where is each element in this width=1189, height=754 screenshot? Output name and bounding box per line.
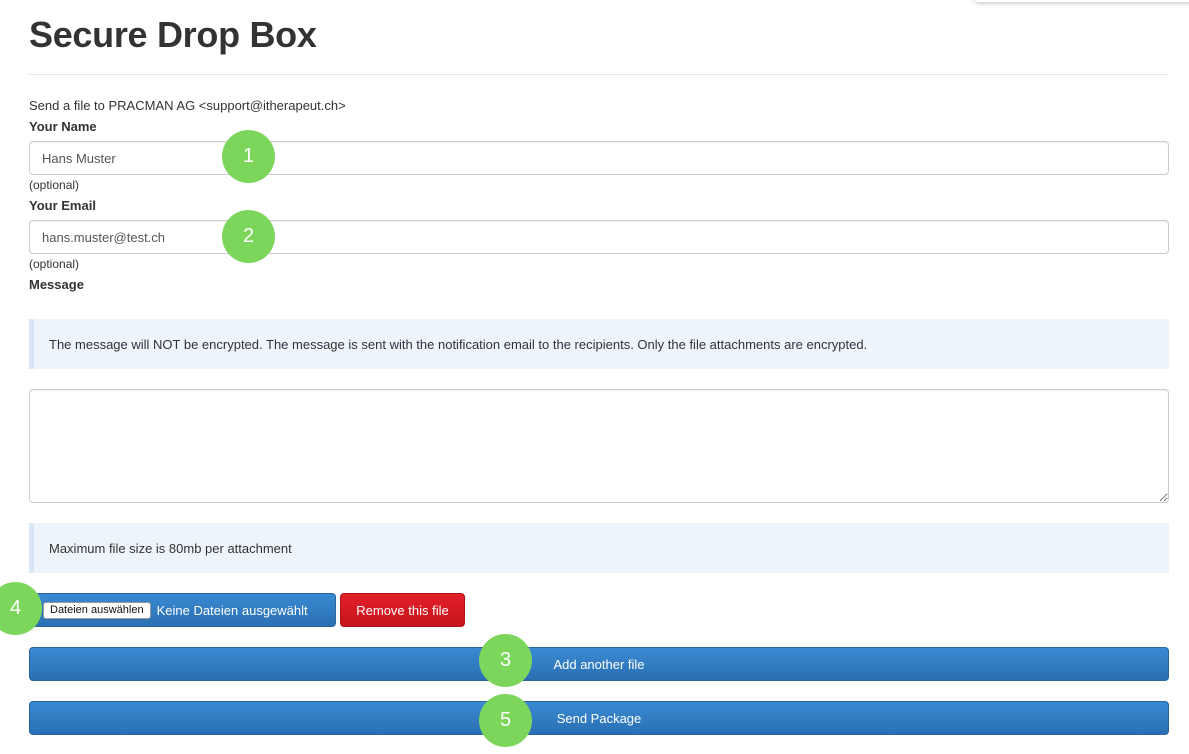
email-label: Your Email <box>29 198 96 213</box>
intro-text: Send a file to PRACMAN AG <support@ither… <box>29 98 346 113</box>
message-textarea[interactable] <box>29 389 1169 503</box>
send-package-button[interactable]: Send Package <box>29 701 1169 735</box>
file-size-notice-text: Maximum file size is 80mb per attachment <box>49 540 292 556</box>
step-marker-4: 4 <box>0 582 42 635</box>
choose-files-button[interactable]: Dateien auswählen <box>43 601 151 619</box>
dropdown-shadow <box>975 0 1189 2</box>
name-input[interactable] <box>29 141 1169 175</box>
file-size-notice: Maximum file size is 80mb per attachment <box>29 523 1169 573</box>
email-input[interactable] <box>29 220 1169 254</box>
step-marker-2: 2 <box>222 210 275 263</box>
remove-file-button[interactable]: Remove this file <box>340 593 465 627</box>
name-label: Your Name <box>29 119 97 134</box>
title-divider <box>29 74 1169 75</box>
file-status-text: Keine Dateien ausgewählt <box>156 602 308 618</box>
email-help-text: (optional) <box>29 257 80 271</box>
file-chooser[interactable]: Dateien auswählen Keine Dateien ausgewäh… <box>29 593 336 627</box>
page: Secure Drop Box Send a file to PRACMAN A… <box>0 0 1189 754</box>
step-marker-3: 3 <box>479 634 532 687</box>
encryption-notice: The message will NOT be encrypted. The m… <box>29 319 1169 369</box>
step-marker-1: 1 <box>222 130 275 183</box>
add-file-button[interactable]: Add another file <box>29 647 1169 681</box>
message-label: Message <box>29 277 84 292</box>
encryption-notice-text: The message will NOT be encrypted. The m… <box>49 336 868 352</box>
step-marker-5: 5 <box>479 694 532 747</box>
name-help-text: (optional) <box>29 178 80 192</box>
page-title: Secure Drop Box <box>29 14 317 55</box>
